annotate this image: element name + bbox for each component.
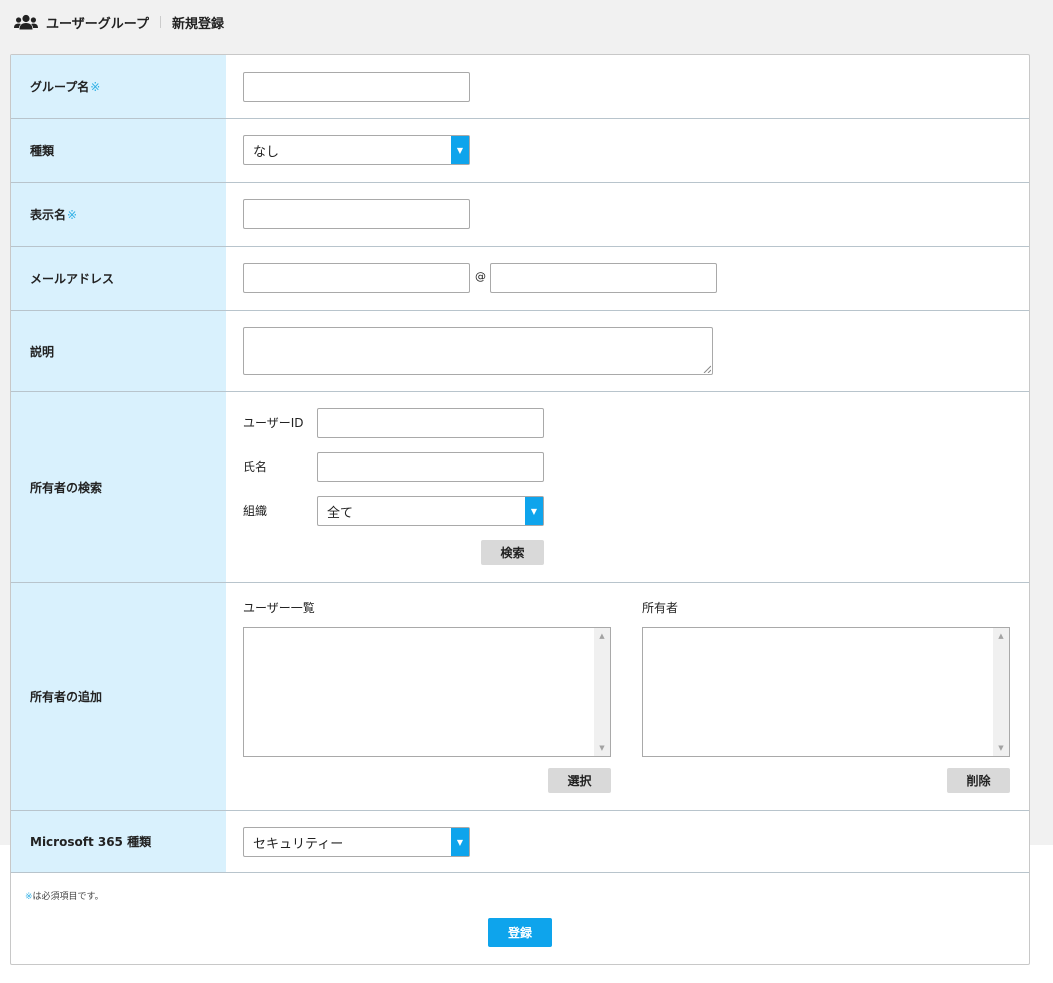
- row-display-name: 表示名 ※: [11, 183, 1029, 247]
- form-panel: グループ名 ※ 種類 なし ▼ 表示名 ※ メールアドレス @ 説明 所有者の検…: [10, 54, 1030, 965]
- resize-grip-icon[interactable]: [703, 365, 711, 373]
- user-id-input[interactable]: [317, 408, 544, 438]
- m365-type-select-value: セキュリティー: [253, 836, 344, 852]
- required-mark: ※: [90, 79, 101, 94]
- org-select-value: 全て: [327, 505, 354, 521]
- breadcrumb-section[interactable]: ユーザーグループ: [46, 13, 149, 32]
- page-title: 新規登録: [171, 16, 224, 32]
- row-email: メールアドレス @: [11, 247, 1029, 311]
- description-label: 説明: [11, 311, 226, 391]
- name-input[interactable]: [317, 452, 544, 482]
- users-icon: [14, 14, 38, 30]
- owner-listbox[interactable]: ▲ ▼: [642, 627, 1010, 757]
- m365-type-select[interactable]: セキュリティー ▼: [243, 827, 470, 857]
- m365-type-label: Microsoft 365 種類: [11, 811, 226, 872]
- row-type: 種類 なし ▼: [11, 119, 1029, 183]
- row-group-name: グループ名 ※: [11, 55, 1029, 119]
- row-owner-search: 所有者の検索 ユーザーID 氏名 組織 全て ▼ 検索: [11, 392, 1029, 583]
- owner-search-label: 所有者の検索: [11, 392, 226, 582]
- scroll-up-icon[interactable]: ▲: [594, 628, 610, 644]
- user-list-scrollbar[interactable]: ▲ ▼: [594, 628, 610, 756]
- email-label: メールアドレス: [11, 247, 226, 310]
- owner-list-scrollbar[interactable]: ▲ ▼: [993, 628, 1009, 756]
- email-local-input[interactable]: [243, 263, 470, 293]
- type-select-value: なし: [253, 144, 280, 160]
- chevron-down-icon: ▼: [525, 497, 543, 525]
- scroll-down-icon[interactable]: ▼: [594, 740, 610, 756]
- display-name-input[interactable]: [243, 199, 470, 229]
- required-mark: ※: [67, 207, 78, 222]
- required-note: ※は必須項目です。: [25, 892, 104, 902]
- breadcrumb-separator: [159, 16, 161, 28]
- page-header: ユーザーグループ 新規登録: [14, 12, 224, 32]
- row-m365-type: Microsoft 365 種類 セキュリティー ▼: [11, 811, 1029, 873]
- row-owner-add: 所有者の追加 ユーザー一覧 ▲ ▼ 選択 所有者 ▲ ▼ 削除: [11, 583, 1029, 811]
- type-select[interactable]: なし ▼: [243, 135, 470, 165]
- group-name-input[interactable]: [243, 72, 470, 102]
- type-label: 種類: [11, 119, 226, 182]
- scroll-down-icon[interactable]: ▼: [993, 740, 1009, 756]
- user-listbox[interactable]: ▲ ▼: [243, 627, 611, 757]
- row-description: 説明: [11, 311, 1029, 392]
- search-button[interactable]: 検索: [481, 540, 544, 565]
- name-label: 氏名: [243, 460, 268, 474]
- chevron-down-icon: ▼: [451, 828, 469, 856]
- description-textarea[interactable]: [243, 327, 713, 375]
- email-at-sign: @: [475, 270, 486, 283]
- chevron-down-icon: ▼: [451, 136, 469, 164]
- user-id-label: ユーザーID: [243, 416, 304, 430]
- group-name-label: グループ名 ※: [11, 55, 226, 118]
- owner-add-label: 所有者の追加: [11, 583, 226, 810]
- org-select[interactable]: 全て ▼: [317, 496, 544, 526]
- select-button[interactable]: 選択: [548, 768, 611, 793]
- register-button[interactable]: 登録: [488, 918, 552, 947]
- email-domain-input[interactable]: [490, 263, 717, 293]
- org-label: 組織: [243, 504, 268, 518]
- owner-list-label: 所有者: [642, 601, 679, 615]
- delete-button[interactable]: 削除: [947, 768, 1010, 793]
- display-name-label: 表示名 ※: [11, 183, 226, 246]
- user-list-label: ユーザー一覧: [243, 601, 315, 615]
- scroll-up-icon[interactable]: ▲: [993, 628, 1009, 644]
